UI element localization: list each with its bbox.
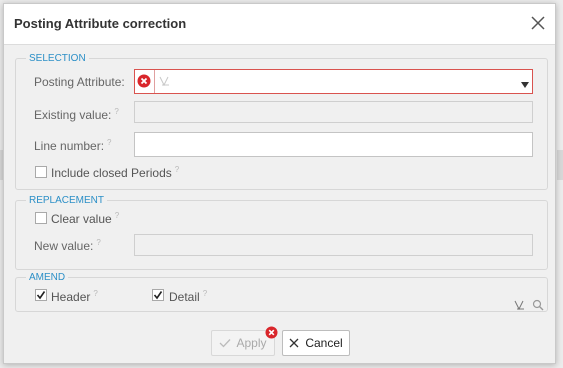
- help-icon[interactable]: ?: [107, 138, 111, 147]
- help-icon[interactable]: ?: [96, 238, 100, 247]
- help-icon[interactable]: ?: [115, 211, 119, 220]
- header-label: Header?: [51, 289, 98, 304]
- dialog-titlebar: Posting Attribute correction: [4, 4, 555, 45]
- include-closed-periods-label: Include closed Periods?: [51, 165, 180, 180]
- dialog-title: Posting Attribute correction: [14, 16, 187, 31]
- error-icon: [265, 326, 278, 339]
- existing-value-field: [134, 101, 533, 123]
- selection-legend: SELECTION: [29, 53, 86, 64]
- background-strip: [557, 150, 563, 180]
- header-checkbox[interactable]: [35, 289, 47, 301]
- line-number-label: Line number:?: [34, 138, 112, 153]
- replacement-section: REPLACEMENT: [15, 195, 548, 270]
- help-icon[interactable]: ?: [203, 289, 207, 298]
- clear-value-label: Clear value?: [51, 211, 120, 226]
- clear-value-checkbox[interactable]: [35, 212, 47, 224]
- existing-value-label: Existing value:?: [34, 107, 119, 122]
- help-icon[interactable]: ?: [175, 165, 179, 174]
- replacement-legend: REPLACEMENT: [29, 195, 105, 206]
- line-number-field[interactable]: [134, 132, 533, 157]
- chevron-down-icon[interactable]: [521, 78, 529, 88]
- edit-icon[interactable]: [159, 75, 171, 87]
- help-icon[interactable]: ?: [114, 107, 118, 116]
- new-value-label: New value:?: [34, 238, 101, 253]
- amend-legend: AMEND: [29, 272, 66, 283]
- error-icon: [137, 74, 151, 88]
- help-icon[interactable]: ?: [93, 289, 97, 298]
- search-icon[interactable]: [532, 299, 544, 311]
- detail-label: Detail?: [169, 289, 208, 304]
- include-closed-periods-checkbox[interactable]: [35, 166, 47, 178]
- posting-attribute-label: Posting Attribute:: [34, 75, 125, 89]
- close-icon[interactable]: [529, 14, 547, 32]
- cancel-label: Cancel: [305, 336, 343, 350]
- detail-checkbox[interactable]: [152, 289, 164, 301]
- apply-label: Apply: [236, 336, 267, 350]
- edit-icon[interactable]: [514, 299, 526, 311]
- field-divider: [154, 70, 155, 93]
- new-value-field: [134, 234, 533, 256]
- checkmark-icon: [220, 339, 231, 348]
- cancel-button[interactable]: Cancel: [282, 330, 350, 356]
- close-icon: [289, 338, 299, 348]
- posting-attribute-correction-dialog: Posting Attribute correction SELECTION P…: [3, 3, 556, 364]
- posting-attribute-select[interactable]: [134, 69, 533, 94]
